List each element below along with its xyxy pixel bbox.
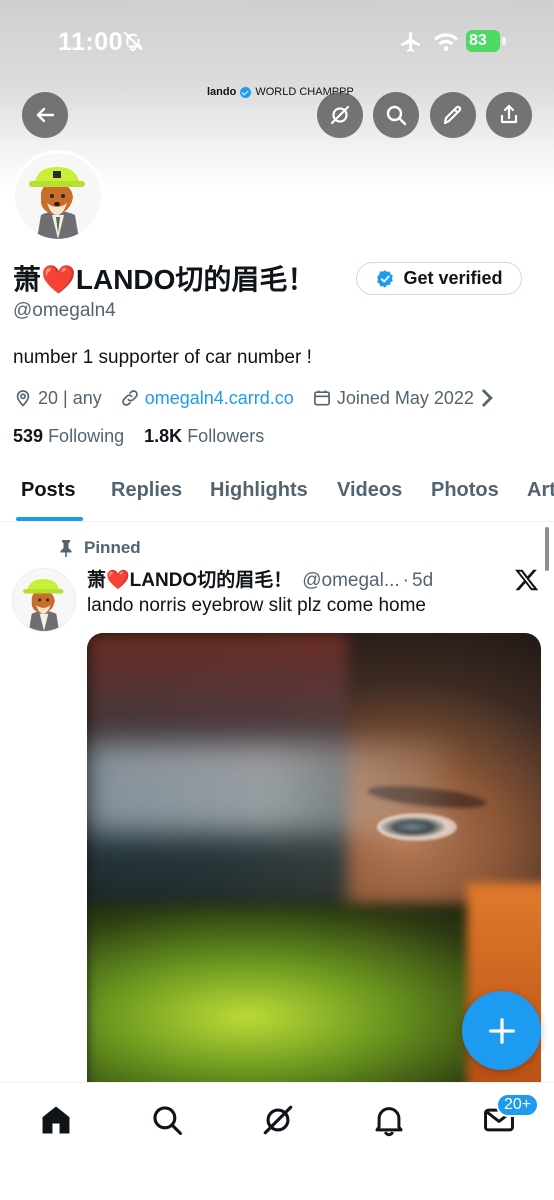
profile-location: 20 | any bbox=[13, 388, 102, 409]
edit-button[interactable] bbox=[430, 92, 476, 138]
x-logo-icon[interactable] bbox=[514, 567, 540, 593]
pinned-label: Pinned bbox=[84, 538, 141, 557]
tweet-separator: · bbox=[402, 570, 409, 591]
followers-count: 1.8K bbox=[144, 426, 183, 446]
active-tab-indicator bbox=[16, 517, 83, 521]
tab-posts[interactable]: Posts bbox=[21, 479, 75, 502]
tab-videos[interactable]: Videos bbox=[337, 479, 402, 502]
tweet-author-avatar[interactable] bbox=[12, 568, 76, 632]
bell-off-icon bbox=[123, 31, 143, 52]
search-icon bbox=[153, 1106, 183, 1136]
plus-icon bbox=[488, 1017, 515, 1044]
nav-home[interactable] bbox=[39, 1103, 73, 1137]
photo-light-streak bbox=[87, 743, 447, 833]
home-icon bbox=[42, 1106, 70, 1134]
tweet-text: lando norris eyebrow slit plz come home bbox=[87, 595, 426, 616]
grok-icon bbox=[330, 105, 350, 125]
notifications-icon bbox=[375, 1107, 403, 1137]
tweet-author-name[interactable]: 萧❤️LANDO切的眉毛！ bbox=[87, 565, 292, 592]
grok-icon bbox=[263, 1105, 293, 1135]
profile-handle: @omegaln4 bbox=[13, 300, 116, 321]
following-label: Following bbox=[48, 426, 125, 446]
battery-indicator: 83 bbox=[466, 30, 506, 52]
status-time: 11:00 bbox=[58, 28, 124, 56]
share-icon bbox=[500, 104, 518, 124]
profile-tabs: Posts Replies Highlights Videos Photos A… bbox=[0, 463, 554, 522]
tweet-timestamp[interactable]: 5d bbox=[412, 570, 433, 592]
back-icon bbox=[36, 107, 55, 123]
calendar-icon bbox=[313, 390, 330, 406]
followers-stat[interactable]: 1.8K Followers bbox=[144, 426, 264, 446]
search-icon bbox=[386, 105, 407, 126]
profile-joined-text: Joined May 2022 bbox=[336, 387, 474, 408]
bottom-navigation bbox=[0, 1082, 554, 1200]
battery-level: 83 bbox=[466, 30, 500, 52]
fox-avatar-illustration bbox=[15, 153, 101, 239]
profile-website-link[interactable]: omegaln4.carrd.co bbox=[145, 388, 294, 409]
tab-articles[interactable]: Articles bbox=[527, 479, 554, 502]
nav-notifications[interactable] bbox=[372, 1103, 406, 1137]
avatar-image bbox=[15, 153, 101, 239]
profile-meta-row: 20 | any omegaln4.carrd.co Joined May 20… bbox=[13, 386, 503, 410]
chevron-right-icon bbox=[482, 389, 493, 407]
tab-highlights[interactable]: Highlights bbox=[210, 479, 308, 502]
link-icon bbox=[121, 390, 138, 406]
grok-button[interactable] bbox=[317, 92, 363, 138]
banner-caption-name: lando bbox=[207, 86, 237, 98]
compose-post-button[interactable] bbox=[462, 991, 541, 1070]
tweet-author-handle[interactable]: @omegal... bbox=[302, 570, 399, 592]
nav-grok[interactable] bbox=[261, 1103, 295, 1137]
get-verified-button[interactable]: Get verified bbox=[356, 262, 522, 295]
following-count: 539 bbox=[13, 426, 44, 446]
messages-badge: 20+ bbox=[496, 1093, 540, 1117]
pinned-indicator: Pinned bbox=[58, 538, 141, 558]
tweet-header: 萧❤️LANDO切的眉毛！ @omegal... · 5d bbox=[87, 565, 433, 592]
scrollbar[interactable] bbox=[545, 527, 549, 571]
get-verified-label: Get verified bbox=[403, 268, 503, 288]
following-stat[interactable]: 539 Following bbox=[13, 426, 124, 446]
location-pin-icon bbox=[16, 390, 30, 407]
profile-display-name: 萧❤️LANDO切的眉毛！ bbox=[13, 264, 316, 295]
tab-photos[interactable]: Photos bbox=[431, 479, 499, 502]
profile-website[interactable]: omegaln4.carrd.co bbox=[120, 388, 294, 409]
tab-replies[interactable]: Replies bbox=[111, 479, 182, 502]
follow-stats: 539 Following 1.8K Followers bbox=[13, 426, 264, 447]
battery-tip bbox=[502, 37, 506, 45]
profile-bio: number 1 supporter of car number ! bbox=[13, 347, 312, 368]
status-bar: 11:00 83 bbox=[0, 0, 554, 80]
profile-joined[interactable]: Joined May 2022 bbox=[312, 388, 503, 409]
wifi-icon bbox=[434, 33, 458, 51]
profile-avatar[interactable] bbox=[12, 150, 104, 242]
nav-search[interactable] bbox=[150, 1103, 184, 1137]
share-button[interactable] bbox=[486, 92, 532, 138]
search-button[interactable] bbox=[373, 92, 419, 138]
edit-icon bbox=[443, 105, 462, 125]
airplane-mode-icon bbox=[401, 32, 420, 52]
verified-badge-icon bbox=[377, 269, 394, 288]
verified-badge-icon bbox=[240, 86, 252, 98]
back-button[interactable] bbox=[22, 92, 68, 138]
fox-avatar-illustration bbox=[13, 569, 75, 631]
profile-location-text: 20 | any bbox=[38, 387, 102, 408]
pin-icon bbox=[60, 540, 72, 557]
followers-label: Followers bbox=[187, 426, 265, 446]
